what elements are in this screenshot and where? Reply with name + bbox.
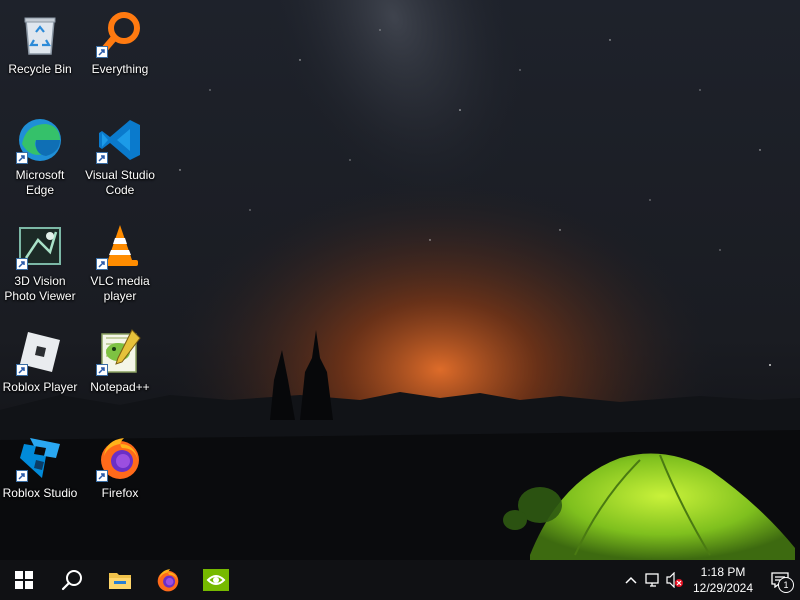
roblox-studio-icon [16, 434, 64, 482]
3d-vision-icon [16, 222, 64, 270]
shortcut-arrow-icon [16, 470, 28, 482]
shortcut-arrow-icon [96, 258, 108, 270]
desktop-icon-visual-studio-code[interactable]: Visual Studio Code [80, 110, 160, 210]
edge-icon [16, 116, 64, 164]
desktop-icon-label: 3D Vision Photo Viewer [4, 274, 76, 303]
desktop-icon-3d-vision-photo-viewer[interactable]: 3D Vision Photo Viewer [0, 216, 80, 316]
windows-logo-icon [15, 571, 33, 589]
clock-date: 12/29/2024 [692, 581, 754, 595]
search-icon [61, 570, 82, 591]
file-explorer-button[interactable] [96, 560, 144, 600]
clock-time: 1:18 PM [700, 565, 746, 579]
search-button[interactable] [48, 560, 96, 600]
network-tray-button[interactable] [642, 560, 664, 600]
desktop-icon-label: Roblox Player [2, 380, 78, 394]
shortcut-arrow-icon [96, 470, 108, 482]
desktop-icon-label: Roblox Studio [2, 486, 78, 500]
firefox-icon [157, 569, 179, 592]
action-center-button[interactable]: 1 [760, 560, 800, 600]
vlc-icon [96, 222, 144, 270]
network-icon [645, 573, 659, 587]
show-hidden-icons-button[interactable] [620, 560, 642, 600]
desktop-icon-roblox-studio[interactable]: Roblox Studio [0, 428, 80, 528]
desktop-icon-label: Visual Studio Code [85, 168, 155, 197]
shortcut-arrow-icon [96, 364, 108, 376]
firefox-icon [96, 434, 144, 482]
nvidia-taskbar-button[interactable] [192, 560, 240, 600]
taskbar: 1:18 PM 12/29/2024 1 [0, 560, 800, 600]
system-tray: 1:18 PM 12/29/2024 1 [620, 560, 800, 600]
volume-tray-button[interactable] [664, 560, 686, 600]
shortcut-arrow-icon [16, 152, 28, 164]
desktop-icon-label: Recycle Bin [8, 62, 72, 76]
desktop-icon-notepad-plus-plus[interactable]: Notepad++ [80, 322, 160, 422]
roblox-icon [16, 328, 64, 376]
notification-count-badge: 1 [778, 577, 794, 593]
start-button[interactable] [0, 560, 48, 600]
firefox-taskbar-button[interactable] [144, 560, 192, 600]
desktop-icon-label: Notepad++ [90, 380, 150, 394]
desktop-icon-everything[interactable]: Everything [80, 4, 160, 104]
recycle-bin-icon [16, 10, 64, 58]
everything-search-icon [96, 10, 144, 58]
desktop-icon-microsoft-edge[interactable]: Microsoft Edge [0, 110, 80, 210]
speaker-muted-icon [666, 572, 683, 588]
shortcut-arrow-icon [16, 258, 28, 270]
shortcut-arrow-icon [96, 152, 108, 164]
desktop-icon-vlc-media-player[interactable]: VLC media player [80, 216, 160, 316]
folder-icon [109, 573, 131, 589]
vscode-icon [96, 116, 144, 164]
desktop-icon-recycle-bin[interactable]: Recycle Bin [0, 4, 80, 104]
shortcut-arrow-icon [96, 46, 108, 58]
desktop-icon-label: Microsoft Edge [15, 168, 65, 197]
shortcut-arrow-icon [16, 364, 28, 376]
desktop-icon-firefox[interactable]: Firefox [80, 428, 160, 528]
taskbar-clock[interactable]: 1:18 PM 12/29/2024 [686, 564, 760, 596]
desktop-icon-label: Firefox [101, 486, 139, 500]
notepadpp-icon [96, 328, 144, 376]
desktop-icon-label: VLC media player [90, 274, 150, 303]
nvidia-icon [203, 569, 229, 591]
chevron-up-icon [625, 576, 637, 584]
desktop-icon-roblox-player[interactable]: Roblox Player [0, 322, 80, 422]
desktop-icon-label: Everything [91, 62, 149, 76]
